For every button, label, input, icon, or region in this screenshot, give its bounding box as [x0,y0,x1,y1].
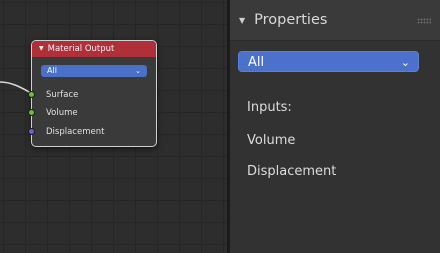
socket-label: Volume [46,108,78,118]
socket-row-displacement: Displacement [28,126,152,138]
inputs-label: Inputs: [247,100,292,115]
chevron-down-icon: ⌄ [135,67,141,75]
socket-row-volume: Volume [28,107,152,119]
collapse-triangle-icon[interactable]: ▼ [239,16,245,25]
panel-title: Properties [254,12,328,28]
node-target-value: All [47,66,57,75]
displacement-socket-icon[interactable] [28,128,35,135]
target-select[interactable]: All ⌄ [238,51,419,72]
surface-socket-icon[interactable] [28,91,35,98]
input-item-displacement: Displacement [247,164,337,179]
node-target-select[interactable]: All ⌄ [41,65,147,77]
collapse-triangle-icon[interactable]: ▼ [39,41,44,57]
input-item-volume: Volume [247,133,296,148]
properties-panel: ▼ Properties All ⌄ Inputs: Volume Displa… [230,0,440,253]
node-editor-canvas[interactable]: ▼ Material Output All ⌄ Surface Volume D… [0,0,227,253]
socket-row-surface: Surface [28,89,152,101]
material-output-node[interactable]: ▼ Material Output All ⌄ Surface Volume D… [28,40,157,147]
node-title: Material Output [47,44,115,54]
grip-icon[interactable] [417,18,431,24]
volume-socket-icon[interactable] [28,109,35,116]
panel-header[interactable]: ▼ Properties [230,0,440,41]
chevron-down-icon: ⌄ [400,56,410,69]
node-header[interactable]: ▼ Material Output [32,41,156,57]
socket-label: Surface [46,90,79,100]
socket-label: Displacement [46,127,105,137]
target-select-value: All [248,55,265,70]
